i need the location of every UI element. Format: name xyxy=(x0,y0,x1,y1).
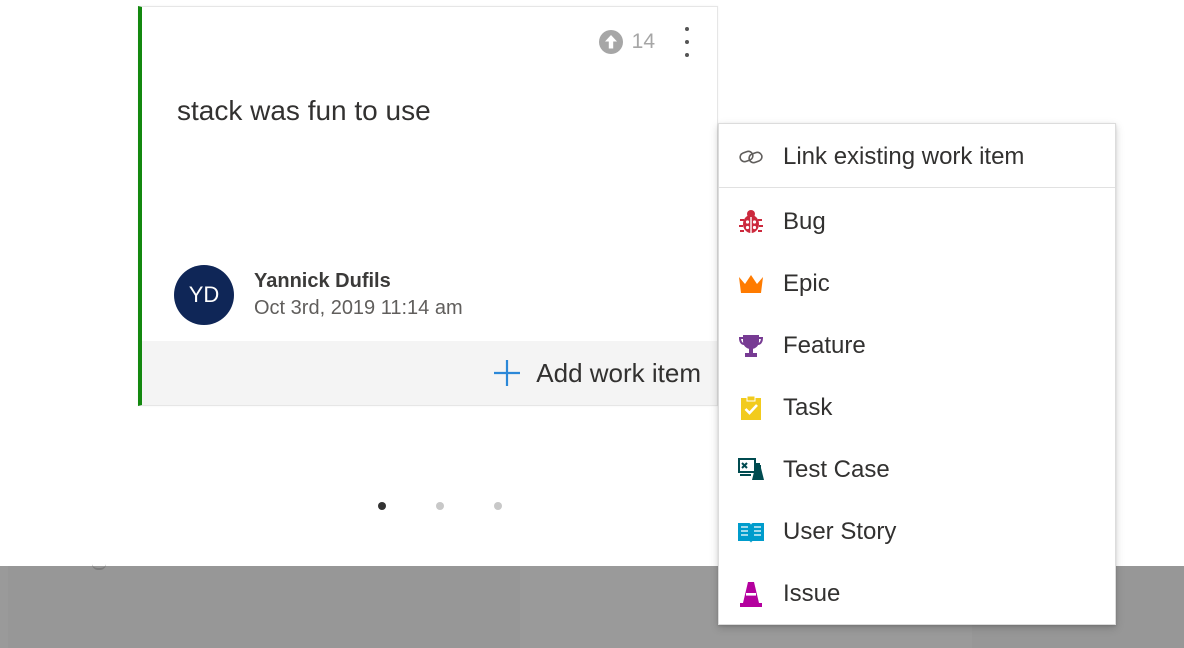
avatar: YD xyxy=(174,265,234,325)
menu-item-label: Test Case xyxy=(783,456,890,483)
link-icon xyxy=(739,150,763,164)
menu-item-feature[interactable]: Feature xyxy=(719,318,1115,374)
menu-item-bug[interactable]: Bug xyxy=(719,194,1115,250)
add-work-item-menu: Link existing work item Bug Epic Feature… xyxy=(718,123,1116,625)
background-text-fragment xyxy=(92,560,106,570)
card-body: 14 stack was fun to use YD Yannick Dufil… xyxy=(142,7,717,343)
menu-separator xyxy=(719,187,1115,188)
menu-item-label: Link existing work item xyxy=(783,143,1025,170)
plus-icon xyxy=(494,360,521,386)
author-date: Oct 3rd, 2019 11:14 am xyxy=(254,297,463,319)
menu-item-user-story[interactable]: User Story xyxy=(719,504,1115,560)
pagination-dot-2[interactable] xyxy=(436,502,444,510)
menu-item-label: Feature xyxy=(783,332,866,359)
add-work-item-label: Add work item xyxy=(536,357,701,388)
menu-item-issue[interactable]: Issue xyxy=(719,566,1115,622)
author-details: Yannick Dufils Oct 3rd, 2019 11:14 am xyxy=(254,270,463,320)
menu-item-test-case[interactable]: Test Case xyxy=(719,442,1115,498)
more-options-icon[interactable] xyxy=(681,25,693,59)
feedback-card: 14 stack was fun to use YD Yannick Dufil… xyxy=(138,6,718,406)
upvote-icon xyxy=(598,30,623,54)
trophy-icon xyxy=(738,335,764,357)
menu-item-label: Bug xyxy=(783,208,826,235)
menu-item-label: Issue xyxy=(783,580,841,607)
add-work-item-button[interactable]: Add work item xyxy=(492,358,701,389)
menu-item-epic[interactable]: Epic xyxy=(719,256,1115,312)
book-icon xyxy=(738,523,764,543)
card-author: YD Yannick Dufils Oct 3rd, 2019 11:14 am xyxy=(174,265,463,325)
issue-icon xyxy=(740,582,762,607)
feedback-text: stack was fun to use xyxy=(177,95,431,126)
bug-icon xyxy=(739,210,763,233)
author-name: Yannick Dufils xyxy=(254,270,391,292)
vote-button[interactable]: 14 xyxy=(598,29,655,55)
clipboard-check-icon xyxy=(741,395,761,420)
menu-item-label: Task xyxy=(783,394,833,421)
pagination-dot-1[interactable] xyxy=(378,502,386,510)
menu-item-label: User Story xyxy=(783,518,897,545)
background-column-1 xyxy=(8,566,520,648)
test-case-icon xyxy=(738,458,764,480)
pagination-dot-3[interactable] xyxy=(494,502,502,510)
menu-item-link-existing[interactable]: Link existing work item xyxy=(719,129,1115,185)
vote-count: 14 xyxy=(631,30,655,53)
menu-item-task[interactable]: Task xyxy=(719,380,1115,436)
crown-icon xyxy=(739,275,763,293)
menu-item-label: Epic xyxy=(783,270,830,297)
card-footer: Add work item xyxy=(142,341,717,405)
